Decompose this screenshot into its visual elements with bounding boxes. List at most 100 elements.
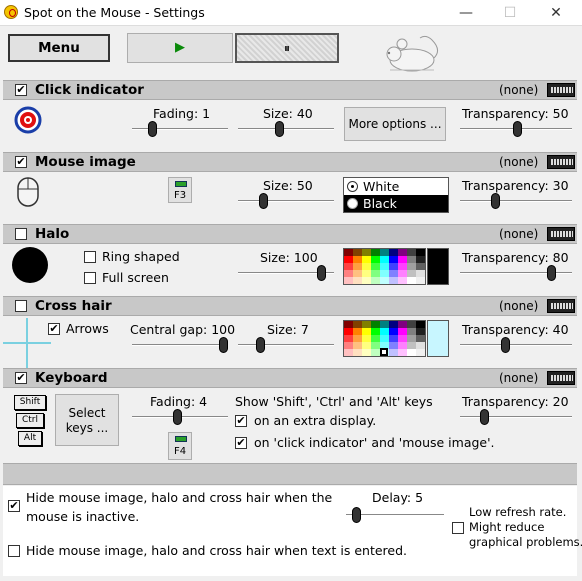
cross-hair-keyboard-icon[interactable] xyxy=(547,299,575,313)
palette-swatch[interactable] xyxy=(407,335,416,342)
palette-swatch[interactable] xyxy=(344,277,353,284)
click-indicator-target-icon[interactable] xyxy=(14,106,42,134)
palette-swatch[interactable] xyxy=(398,342,407,349)
palette-swatch[interactable] xyxy=(389,328,398,335)
mouse-image-checkbox[interactable]: ✔ xyxy=(15,156,27,168)
palette-swatch[interactable] xyxy=(407,263,416,270)
palette-swatch[interactable] xyxy=(362,277,371,284)
palette-swatch[interactable] xyxy=(416,328,425,335)
palette-swatch[interactable] xyxy=(362,349,371,356)
palette-swatch[interactable] xyxy=(380,277,389,284)
palette-swatch[interactable] xyxy=(353,277,362,284)
mouse-size-slider[interactable] xyxy=(238,200,334,202)
keyboard-keyboard-icon[interactable] xyxy=(547,371,575,385)
white-radio[interactable] xyxy=(347,181,358,192)
palette-swatch[interactable] xyxy=(344,249,353,256)
palette-swatch[interactable] xyxy=(416,270,425,277)
extra-display-checkbox[interactable]: ✔ xyxy=(235,415,247,427)
palette-swatch[interactable] xyxy=(407,342,416,349)
ring-shaped-checkbox[interactable] xyxy=(84,251,96,263)
close-button[interactable]: ✕ xyxy=(536,2,576,24)
keyboard-fading-thumb[interactable] xyxy=(173,409,182,425)
palette-swatch[interactable] xyxy=(371,349,380,356)
central-gap-slider[interactable] xyxy=(132,344,228,346)
palette-swatch[interactable] xyxy=(371,277,380,284)
halo-color-palette[interactable] xyxy=(343,248,426,285)
palette-swatch[interactable] xyxy=(353,263,362,270)
palette-swatch[interactable] xyxy=(407,349,416,356)
arrows-checkbox[interactable]: ✔ xyxy=(48,323,60,335)
palette-swatch[interactable] xyxy=(398,349,407,356)
hide-text-checkbox[interactable] xyxy=(8,545,20,557)
palette-swatch[interactable] xyxy=(353,256,362,263)
palette-swatch[interactable] xyxy=(362,270,371,277)
option-black[interactable]: Black xyxy=(344,195,448,212)
click-indicator-keyboard-icon[interactable] xyxy=(547,83,575,97)
palette-swatch[interactable] xyxy=(407,270,416,277)
palette-swatch[interactable] xyxy=(416,342,425,349)
palette-swatch[interactable] xyxy=(398,263,407,270)
halo-preview-icon[interactable] xyxy=(12,247,48,283)
palette-swatch[interactable] xyxy=(398,335,407,342)
palette-swatch[interactable] xyxy=(362,263,371,270)
click-transparency-thumb[interactable] xyxy=(513,121,522,137)
palette-swatch[interactable] xyxy=(371,342,380,349)
black-radio[interactable] xyxy=(347,198,358,209)
palette-swatch[interactable] xyxy=(398,256,407,263)
palette-swatch[interactable] xyxy=(380,256,389,263)
palette-swatch[interactable] xyxy=(344,270,353,277)
keyboard-transparency-thumb[interactable] xyxy=(480,409,489,425)
palette-swatch[interactable] xyxy=(362,335,371,342)
palette-swatch[interactable] xyxy=(407,249,416,256)
click-fading-slider[interactable] xyxy=(132,128,228,130)
palette-swatch[interactable] xyxy=(416,249,425,256)
option-white[interactable]: White xyxy=(344,178,448,195)
f3-hotkey-button[interactable]: F3 xyxy=(168,177,192,203)
palette-swatch[interactable] xyxy=(407,256,416,263)
delay-thumb[interactable] xyxy=(352,507,361,523)
mouse-transparency-slider[interactable] xyxy=(460,200,572,202)
full-screen-checkbox[interactable] xyxy=(84,272,96,284)
palette-swatch[interactable] xyxy=(416,321,425,328)
palette-swatch[interactable] xyxy=(344,349,353,356)
palette-swatch[interactable] xyxy=(371,335,380,342)
palette-swatch[interactable] xyxy=(362,249,371,256)
palette-swatch[interactable] xyxy=(362,342,371,349)
central-gap-thumb[interactable] xyxy=(219,337,228,353)
palette-swatch[interactable] xyxy=(353,328,362,335)
click-fading-thumb[interactable] xyxy=(148,121,157,137)
click-indicator-checkbox[interactable]: ✔ xyxy=(15,84,27,96)
palette-swatch[interactable] xyxy=(344,256,353,263)
palette-swatch[interactable] xyxy=(398,321,407,328)
palette-swatch[interactable] xyxy=(389,349,398,356)
palette-swatch[interactable] xyxy=(416,263,425,270)
maximize-button[interactable]: ☐ xyxy=(490,2,530,24)
palette-swatch[interactable] xyxy=(353,349,362,356)
palette-swatch[interactable] xyxy=(398,270,407,277)
palette-swatch[interactable] xyxy=(371,249,380,256)
palette-swatch[interactable] xyxy=(371,321,380,328)
keyboard-transparency-slider[interactable] xyxy=(460,416,572,418)
palette-swatch[interactable] xyxy=(416,335,425,342)
cross-hair-checkbox[interactable] xyxy=(15,300,27,312)
menu-button[interactable]: Menu xyxy=(8,34,110,62)
palette-swatch[interactable] xyxy=(371,256,380,263)
select-keys-button[interactable]: Select keys ... xyxy=(55,394,119,446)
cross-size-slider[interactable] xyxy=(238,344,334,346)
cross-transparency-thumb[interactable] xyxy=(501,337,510,353)
palette-swatch[interactable] xyxy=(380,263,389,270)
palette-swatch[interactable] xyxy=(416,256,425,263)
palette-swatch[interactable] xyxy=(344,263,353,270)
palette-swatch[interactable] xyxy=(353,342,362,349)
palette-swatch[interactable] xyxy=(371,263,380,270)
play-button[interactable]: ▶ xyxy=(127,33,233,63)
palette-swatch[interactable] xyxy=(362,256,371,263)
palette-swatch[interactable] xyxy=(389,277,398,284)
palette-swatch[interactable] xyxy=(362,321,371,328)
palette-swatch[interactable] xyxy=(398,277,407,284)
f4-hotkey-button[interactable]: F4 xyxy=(168,432,192,460)
mouse-transparency-thumb[interactable] xyxy=(491,193,500,209)
keyboard-checkbox[interactable]: ✔ xyxy=(15,372,27,384)
hide-inactive-checkbox[interactable]: ✔ xyxy=(8,500,20,512)
palette-swatch[interactable] xyxy=(353,335,362,342)
